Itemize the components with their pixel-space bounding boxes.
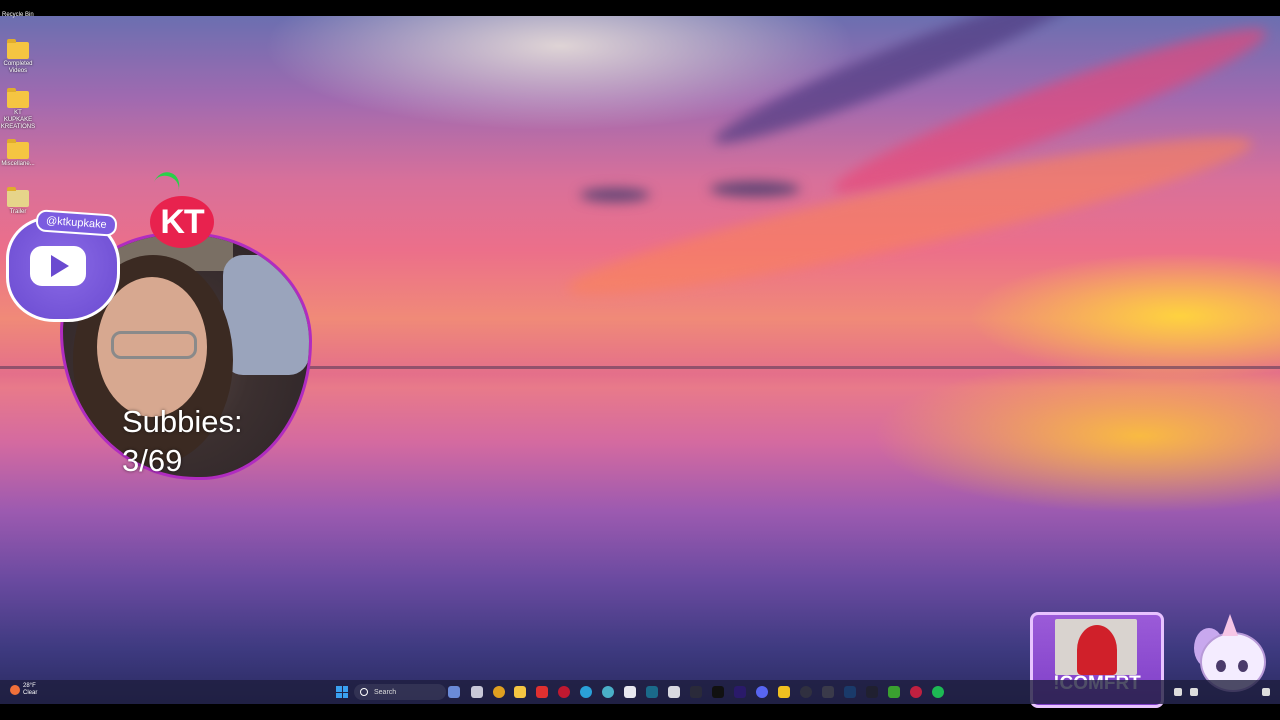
microphone-tray-icon[interactable] <box>1190 688 1198 696</box>
steam-icon[interactable] <box>844 686 856 698</box>
comfrt-photo <box>1055 619 1137 675</box>
subscriber-goal: Subbies: 3/69 <box>122 402 243 480</box>
tiktok-icon[interactable] <box>712 686 724 698</box>
unicorn-eye <box>1238 660 1248 672</box>
red-hoodie-figure <box>1077 625 1117 675</box>
subbies-count: 3/69 <box>122 443 183 478</box>
gaming-chair <box>223 255 309 375</box>
weather-condition: Clear <box>23 690 38 696</box>
start-button[interactable] <box>336 686 348 698</box>
desktop-icon-label: Completed Videos <box>3 61 33 74</box>
taskbar <box>0 680 1280 704</box>
video-file-icon <box>7 187 29 207</box>
desktop-icon-label: Miscellane... <box>1 161 35 167</box>
microphone-icon[interactable] <box>910 686 922 698</box>
search-icon <box>360 688 368 696</box>
chrome-icon[interactable] <box>493 686 505 698</box>
desktop-folder-miscellaneous[interactable]: Miscellane... <box>0 139 36 168</box>
desktop-folder-completed-videos[interactable]: Completed Videos <box>0 39 36 75</box>
desktop-icon-label: KT KUPKAKE KREATIONS <box>0 110 36 130</box>
edge-icon[interactable] <box>580 686 592 698</box>
opera-icon[interactable] <box>558 686 570 698</box>
recycle-bin-label[interactable]: Recycle Bin <box>2 12 34 18</box>
desktop-icon-label: Trailer <box>9 209 27 215</box>
unicorn-horn-icon <box>1222 614 1238 636</box>
desktop-folder-kt-kupkake-kreations[interactable]: KT KUPKAKE KREATIONS <box>0 88 36 131</box>
spotify-icon[interactable] <box>932 686 944 698</box>
weather-icon <box>10 685 20 695</box>
folder-icon <box>7 39 29 59</box>
search-placeholder: Search <box>374 688 397 696</box>
discord-icon[interactable] <box>756 686 768 698</box>
weather-widget[interactable]: 28°F Clear <box>10 683 37 697</box>
calculator-icon[interactable] <box>668 686 680 698</box>
capcut-alt-icon[interactable] <box>866 686 878 698</box>
notification-icon[interactable] <box>1262 688 1270 696</box>
capcut-icon[interactable] <box>690 686 702 698</box>
task-view-icon[interactable] <box>471 686 483 698</box>
file-explorer-icon[interactable] <box>514 686 526 698</box>
subbies-label: Subbies: <box>122 404 243 439</box>
folder-icon <box>7 139 29 159</box>
globe-icon[interactable] <box>602 686 614 698</box>
obs-icon[interactable] <box>800 686 812 698</box>
folder-icon <box>7 88 29 108</box>
unicorn-eye <box>1216 660 1226 672</box>
photoshop-icon[interactable] <box>646 686 658 698</box>
cloud-puff <box>710 181 800 197</box>
copilot-icon[interactable] <box>448 686 460 698</box>
glasses <box>111 331 197 359</box>
onedrive-icon[interactable] <box>1174 688 1182 696</box>
red-app-icon[interactable] <box>536 686 548 698</box>
taskbar-search[interactable]: Search <box>354 684 446 700</box>
chat-icon[interactable] <box>624 686 636 698</box>
weather-temp: 28°F <box>23 683 36 689</box>
youtube-play-icon <box>30 246 86 286</box>
cloud-puff <box>580 188 650 202</box>
desktop-shortcut-trailer[interactable]: Trailer <box>0 187 36 216</box>
premiere-icon[interactable] <box>734 686 746 698</box>
stream-deck-icon[interactable] <box>822 686 834 698</box>
elgato-icon[interactable] <box>778 686 790 698</box>
xbox-icon[interactable] <box>888 686 900 698</box>
kt-logo: KT <box>150 196 214 248</box>
